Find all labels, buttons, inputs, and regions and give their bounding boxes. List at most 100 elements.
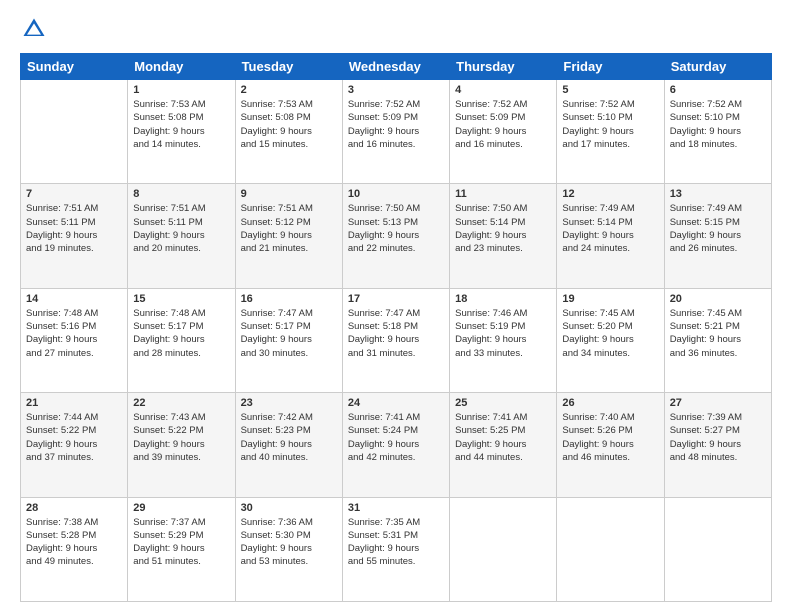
- day-info: Sunrise: 7:49 AMSunset: 5:15 PMDaylight:…: [670, 202, 766, 255]
- day-number: 27: [670, 397, 766, 409]
- day-info: Sunrise: 7:50 AMSunset: 5:13 PMDaylight:…: [348, 202, 444, 255]
- day-number: 5: [562, 84, 658, 96]
- day-number: 1: [133, 84, 229, 96]
- calendar-cell: 22 Sunrise: 7:43 AMSunset: 5:22 PMDayligh…: [128, 393, 235, 497]
- week-row-3: 14Sunrise: 7:48 AMSunset: 5:16 PMDayligh…: [21, 288, 772, 392]
- calendar-cell: 12 Sunrise: 7:49 AMSunset: 5:14 PMDayligh…: [557, 184, 664, 288]
- calendar-cell: 29Sunrise: 7:37 AMSunset: 5:29 PMDayligh…: [128, 497, 235, 601]
- day-info: Sunrise: 7:45 AMSunset: 5:20 PMDaylight:…: [562, 307, 658, 360]
- day-number: 19: [562, 293, 658, 305]
- day-header-thursday: Thursday: [450, 54, 557, 80]
- day-number: 7: [26, 188, 122, 200]
- day-number: 29: [133, 502, 229, 514]
- calendar-cell: 7 Sunrise: 7:51 AMSunset: 5:11 PMDaylight…: [21, 184, 128, 288]
- day-info: Sunrise: 7:44 AMSunset: 5:22 PMDaylight:…: [26, 411, 122, 464]
- day-header-monday: Monday: [128, 54, 235, 80]
- calendar-cell: 31 Sunrise: 7:35 AMSunset: 5:31 PMDayligh…: [342, 497, 449, 601]
- day-number: 15: [133, 293, 229, 305]
- calendar-cell: 17Sunrise: 7:47 AMSunset: 5:18 PMDayligh…: [342, 288, 449, 392]
- calendar-cell: 11 Sunrise: 7:50 AMSunset: 5:14 PMDayligh…: [450, 184, 557, 288]
- calendar-cell: 2Sunrise: 7:53 AMSunset: 5:08 PMDaylight…: [235, 80, 342, 184]
- calendar-cell: 30Sunrise: 7:36 AMSunset: 5:30 PMDayligh…: [235, 497, 342, 601]
- day-number: 6: [670, 84, 766, 96]
- calendar-cell: 4 Sunrise: 7:52 AMSunset: 5:09 PMDaylight…: [450, 80, 557, 184]
- day-info: Sunrise: 7:48 AMSunset: 5:17 PMDaylight:…: [133, 307, 229, 360]
- day-info: Sunrise: 7:42 AMSunset: 5:23 PMDaylight:…: [241, 411, 337, 464]
- day-number: 11: [455, 188, 551, 200]
- day-info: Sunrise: 7:43 AMSunset: 5:22 PMDaylight:…: [133, 411, 229, 464]
- day-number: 18: [455, 293, 551, 305]
- day-info: Sunrise: 7:35 AMSunset: 5:31 PMDaylight:…: [348, 516, 444, 569]
- day-number: 25: [455, 397, 551, 409]
- calendar-cell: 14Sunrise: 7:48 AMSunset: 5:16 PMDayligh…: [21, 288, 128, 392]
- day-info: Sunrise: 7:52 AMSunset: 5:09 PMDaylight:…: [455, 98, 551, 151]
- day-number: 3: [348, 84, 444, 96]
- calendar-cell: [557, 497, 664, 601]
- days-header-row: SundayMondayTuesdayWednesdayThursdayFrid…: [21, 54, 772, 80]
- calendar-cell: 18 Sunrise: 7:46 AMSunset: 5:19 PMDayligh…: [450, 288, 557, 392]
- day-number: 12: [562, 188, 658, 200]
- calendar-cell: 6 Sunrise: 7:52 AMSunset: 5:10 PMDaylight…: [664, 80, 771, 184]
- day-info: Sunrise: 7:51 AMSunset: 5:11 PMDaylight:…: [26, 202, 122, 255]
- week-row-1: 1 Sunrise: 7:53 AMSunset: 5:08 PMDaylight…: [21, 80, 772, 184]
- day-header-tuesday: Tuesday: [235, 54, 342, 80]
- calendar-cell: 28Sunrise: 7:38 AMSunset: 5:28 PMDayligh…: [21, 497, 128, 601]
- day-number: 21: [26, 397, 122, 409]
- calendar-cell: 9Sunrise: 7:51 AMSunset: 5:12 PMDaylight…: [235, 184, 342, 288]
- calendar-cell: 24 Sunrise: 7:41 AMSunset: 5:24 PMDayligh…: [342, 393, 449, 497]
- day-info: Sunrise: 7:48 AMSunset: 5:16 PMDaylight:…: [26, 307, 122, 360]
- calendar-cell: [21, 80, 128, 184]
- day-info: Sunrise: 7:36 AMSunset: 5:30 PMDaylight:…: [241, 516, 337, 569]
- calendar-cell: 20 Sunrise: 7:45 AMSunset: 5:21 PMDayligh…: [664, 288, 771, 392]
- day-info: Sunrise: 7:53 AMSunset: 5:08 PMDaylight:…: [133, 98, 229, 151]
- calendar-cell: 10 Sunrise: 7:50 AMSunset: 5:13 PMDayligh…: [342, 184, 449, 288]
- day-number: 22: [133, 397, 229, 409]
- header: [20, 15, 772, 43]
- calendar-cell: 3 Sunrise: 7:52 AMSunset: 5:09 PMDaylight…: [342, 80, 449, 184]
- day-header-sunday: Sunday: [21, 54, 128, 80]
- calendar-cell: [664, 497, 771, 601]
- calendar-cell: [450, 497, 557, 601]
- day-number: 28: [26, 502, 122, 514]
- day-number: 26: [562, 397, 658, 409]
- calendar-cell: 21 Sunrise: 7:44 AMSunset: 5:22 PMDayligh…: [21, 393, 128, 497]
- day-info: Sunrise: 7:51 AMSunset: 5:11 PMDaylight:…: [133, 202, 229, 255]
- day-number: 24: [348, 397, 444, 409]
- day-info: Sunrise: 7:41 AMSunset: 5:24 PMDaylight:…: [348, 411, 444, 464]
- logo-icon: [20, 15, 48, 43]
- day-number: 10: [348, 188, 444, 200]
- day-info: Sunrise: 7:52 AMSunset: 5:09 PMDaylight:…: [348, 98, 444, 151]
- day-info: Sunrise: 7:53 AMSunset: 5:08 PMDaylight:…: [241, 98, 337, 151]
- day-header-wednesday: Wednesday: [342, 54, 449, 80]
- day-number: 16: [241, 293, 337, 305]
- calendar-cell: 8 Sunrise: 7:51 AMSunset: 5:11 PMDaylight…: [128, 184, 235, 288]
- day-number: 20: [670, 293, 766, 305]
- calendar-cell: 23 Sunrise: 7:42 AMSunset: 5:23 PMDayligh…: [235, 393, 342, 497]
- calendar-table: SundayMondayTuesdayWednesdayThursdayFrid…: [20, 53, 772, 602]
- day-number: 9: [241, 188, 337, 200]
- day-number: 23: [241, 397, 337, 409]
- calendar-cell: 16 Sunrise: 7:47 AMSunset: 5:17 PMDayligh…: [235, 288, 342, 392]
- calendar-cell: 1 Sunrise: 7:53 AMSunset: 5:08 PMDaylight…: [128, 80, 235, 184]
- day-info: Sunrise: 7:45 AMSunset: 5:21 PMDaylight:…: [670, 307, 766, 360]
- day-number: 4: [455, 84, 551, 96]
- logo: [20, 15, 52, 43]
- day-info: Sunrise: 7:39 AMSunset: 5:27 PMDaylight:…: [670, 411, 766, 464]
- day-info: Sunrise: 7:40 AMSunset: 5:26 PMDaylight:…: [562, 411, 658, 464]
- week-row-4: 21 Sunrise: 7:44 AMSunset: 5:22 PMDayligh…: [21, 393, 772, 497]
- day-number: 13: [670, 188, 766, 200]
- day-info: Sunrise: 7:46 AMSunset: 5:19 PMDaylight:…: [455, 307, 551, 360]
- calendar-cell: 15 Sunrise: 7:48 AMSunset: 5:17 PMDayligh…: [128, 288, 235, 392]
- day-number: 8: [133, 188, 229, 200]
- day-info: Sunrise: 7:50 AMSunset: 5:14 PMDaylight:…: [455, 202, 551, 255]
- day-info: Sunrise: 7:52 AMSunset: 5:10 PMDaylight:…: [670, 98, 766, 151]
- day-info: Sunrise: 7:47 AMSunset: 5:17 PMDaylight:…: [241, 307, 337, 360]
- day-number: 31: [348, 502, 444, 514]
- day-header-saturday: Saturday: [664, 54, 771, 80]
- calendar-cell: 25 Sunrise: 7:41 AMSunset: 5:25 PMDayligh…: [450, 393, 557, 497]
- day-info: Sunrise: 7:41 AMSunset: 5:25 PMDaylight:…: [455, 411, 551, 464]
- day-info: Sunrise: 7:49 AMSunset: 5:14 PMDaylight:…: [562, 202, 658, 255]
- day-header-friday: Friday: [557, 54, 664, 80]
- day-info: Sunrise: 7:47 AMSunset: 5:18 PMDaylight:…: [348, 307, 444, 360]
- page: SundayMondayTuesdayWednesdayThursdayFrid…: [0, 0, 792, 612]
